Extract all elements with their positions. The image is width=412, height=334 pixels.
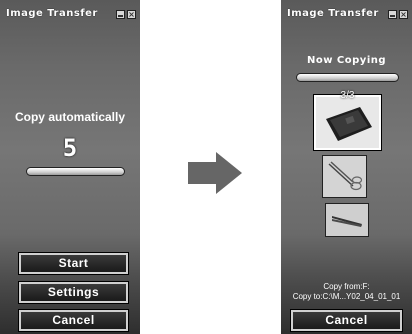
window-title: Image Transfer xyxy=(6,8,98,19)
countdown-progress-bar xyxy=(26,167,125,176)
now-copying-label: Now Copying xyxy=(306,55,387,66)
thumbnail-camera xyxy=(313,94,382,151)
copy-from-path: Copy from:F: xyxy=(323,282,370,291)
start-button[interactable]: Start xyxy=(18,252,129,275)
thumbnail-tweezers xyxy=(325,203,369,237)
close-icon[interactable]: × xyxy=(399,10,408,19)
camera-photo-icon xyxy=(316,97,379,148)
countdown-number: 5 xyxy=(62,134,78,162)
thumbnail-scissors xyxy=(322,155,367,198)
minimize-icon[interactable] xyxy=(116,10,125,19)
copy-automatically-label: Copy automatically xyxy=(14,110,126,124)
minimize-icon[interactable] xyxy=(388,10,397,19)
copy-counter: 3/3 xyxy=(340,90,355,101)
scissors-photo-icon xyxy=(323,156,366,197)
right-arrow-icon xyxy=(188,152,242,194)
cancel-button[interactable]: Cancel xyxy=(18,309,129,332)
image-transfer-window-start: Image Transfer × Copy automatically 5 St… xyxy=(0,0,140,334)
title-bar: Image Transfer × xyxy=(0,0,140,22)
title-bar: Image Transfer × xyxy=(281,0,412,22)
copy-to-path: Copy to:C:\M...Y02_04_01_01 xyxy=(292,292,401,301)
image-transfer-window-copying: Image Transfer × Now Copying 3/3 Copy fr… xyxy=(281,0,412,334)
close-icon[interactable]: × xyxy=(127,10,136,19)
cancel-button[interactable]: Cancel xyxy=(290,309,403,332)
settings-button[interactable]: Settings xyxy=(18,281,129,304)
window-title: Image Transfer xyxy=(287,8,379,19)
tweezers-photo-icon xyxy=(326,204,368,236)
copy-progress-bar xyxy=(296,73,399,82)
